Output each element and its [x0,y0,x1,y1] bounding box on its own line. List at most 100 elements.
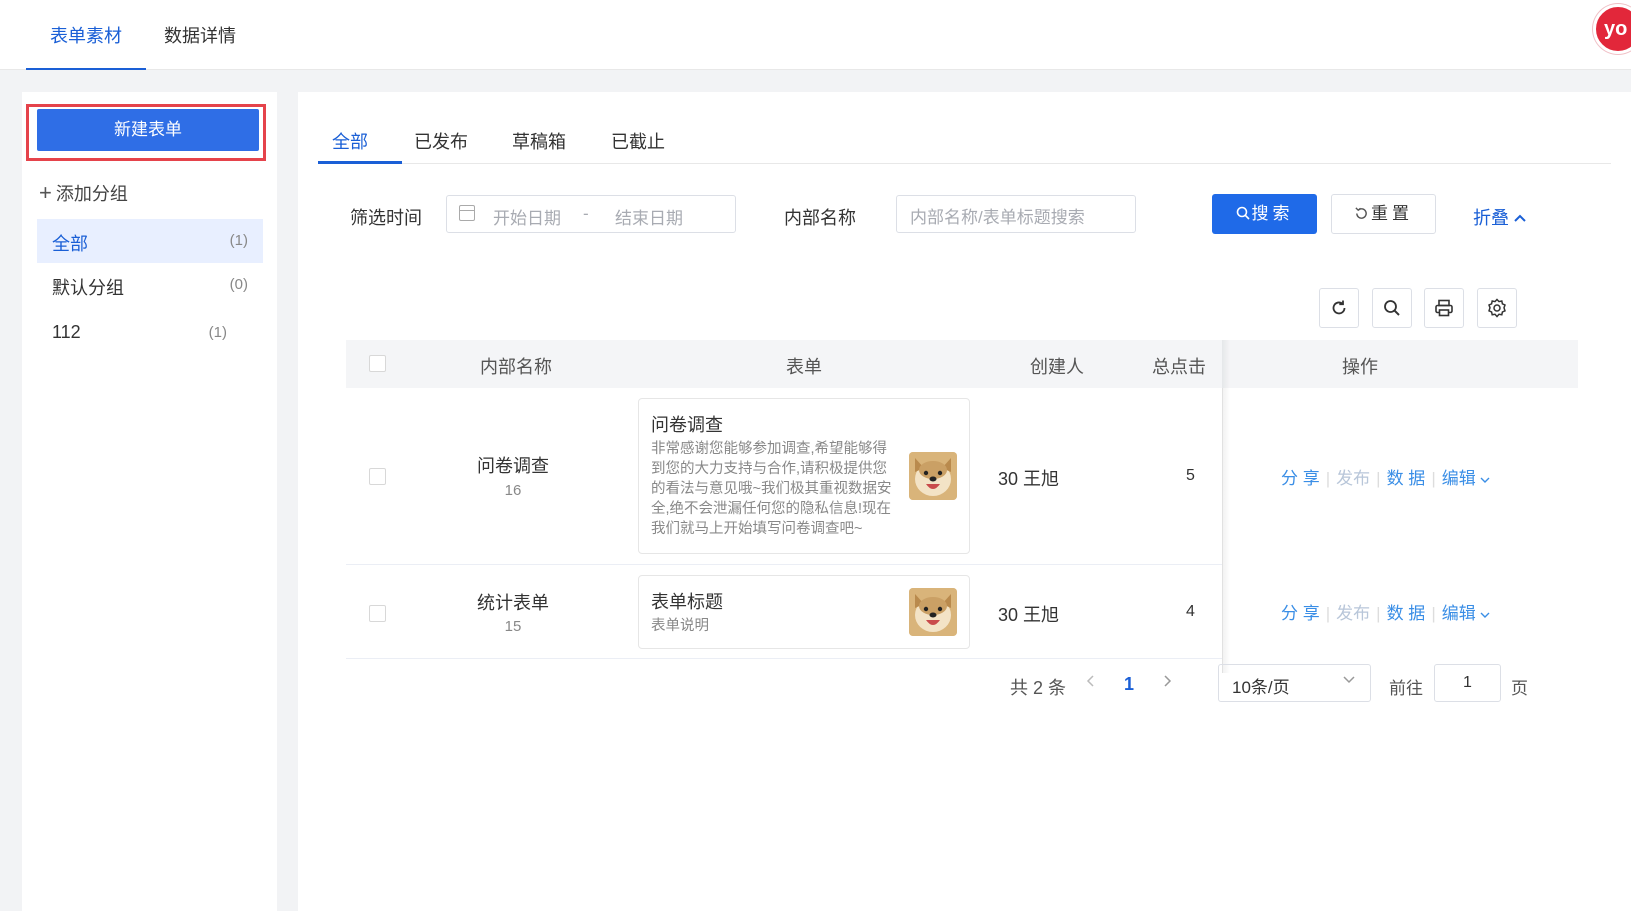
data-button[interactable]: 数 据 [1387,604,1426,623]
add-group-button[interactable]: + 添加分组 [39,180,128,206]
chevron-left-icon [1086,675,1094,687]
filter-name-label: 内部名称 [784,208,856,228]
plus-icon: + [39,180,52,205]
form-title: 问卷调查 [651,415,723,435]
toggle-search-button[interactable] [1372,288,1412,328]
group-item-all[interactable]: 全部 (1) [37,219,263,263]
header-actions: 操作 [1342,357,1378,377]
page-size-select[interactable]: 10条/页 [1218,664,1371,702]
header-name: 内部名称 [480,357,552,377]
row-actions: 分 享 | 发布 | 数 据 | 编辑 [1281,599,1490,624]
form-preview-card[interactable]: 表单标题 表单说明 [638,575,970,649]
row-creator: 30 王旭 [998,469,1060,489]
refresh-icon [1332,300,1346,315]
end-date-placeholder: 结束日期 [615,209,683,228]
edit-label: 编辑 [1441,604,1476,623]
share-button[interactable]: 分 享 [1281,604,1320,623]
next-page-button[interactable] [1162,672,1172,693]
add-group-label: 添加分组 [55,184,128,204]
publish-button[interactable]: 发布 [1336,604,1370,623]
main-content: 全部 已发布 草稿箱 已截止 筛选时间 开始日期 - 结束日期 内部名称 内部名… [298,92,1631,911]
settings-button[interactable] [1477,288,1517,328]
fixed-column-shadow [1222,340,1230,673]
tab-form-materials[interactable]: 表单素材 [50,22,122,48]
select-all-checkbox[interactable] [369,355,386,372]
print-button[interactable] [1424,288,1464,328]
group-item-112[interactable]: 112 (1) [37,311,263,355]
tab-drafts[interactable]: 草稿箱 [512,128,566,154]
row-id: 16 [504,482,522,499]
group-label: 全部 [52,234,88,254]
refresh-button[interactable] [1319,288,1359,328]
chevron-up-icon [1514,214,1526,222]
gear-icon [1488,298,1506,318]
group-count: (1) [229,232,248,249]
row-checkbox[interactable] [369,605,386,622]
tabs-divider [318,163,1611,164]
collapse-toggle[interactable]: 折叠 [1473,204,1526,230]
reset-icon [1355,207,1367,219]
print-icon [1435,299,1453,317]
page-unit-label: 页 [1511,679,1528,698]
form-cover-image [909,588,957,636]
filter-time-label: 筛选时间 [350,208,422,228]
form-preview-card[interactable]: 问卷调查 非常感谢您能够参加调查,希望能够得到您的大力支持与合作,请积极提供您的… [638,398,970,554]
row-actions: 分 享 | 发布 | 数 据 | 编辑 [1281,464,1490,489]
chevron-right-icon [1164,675,1172,687]
fixed-actions-column: 分 享 | 发布 | 数 据 | 编辑 分 享 | 发布 | 数 据 | 编辑 [1222,388,1578,673]
row-clicks: 4 [1186,603,1195,620]
page-size-value: 10条/页 [1232,678,1290,697]
tab-all[interactable]: 全部 [332,128,368,154]
share-button[interactable]: 分 享 [1281,469,1320,488]
search-icon [1384,300,1400,316]
row-clicks: 5 [1186,467,1195,484]
edit-dropdown[interactable]: 编辑 [1442,604,1491,623]
tab-published[interactable]: 已发布 [414,128,468,154]
row-internal-name: 问卷调查 [477,456,549,476]
row-checkbox[interactable] [369,468,386,485]
header-clicks: 总点击 [1152,357,1206,377]
reset-button[interactable]: 重置 [1331,194,1436,234]
page-number-current[interactable]: 1 [1124,674,1134,695]
group-item-default[interactable]: 默认分组 (0) [37,263,263,307]
form-cover-image [909,452,957,500]
form-description: 表单说明 [651,618,709,634]
active-tab-indicator [26,68,146,70]
search-icon [1236,206,1250,220]
start-date-placeholder: 开始日期 [493,209,561,228]
group-label: 112 [52,322,81,342]
row-id: 15 [504,618,522,635]
chevron-down-icon [1480,612,1490,618]
collapse-label: 折叠 [1473,208,1509,228]
reset-label: 重置 [1371,204,1413,223]
prev-page-button[interactable] [1086,672,1096,693]
date-range-picker[interactable]: 开始日期 - 结束日期 [446,195,736,233]
name-search-input[interactable]: 内部名称/表单标题搜索 [896,195,1136,233]
avatar[interactable]: yo [1593,4,1631,54]
tab-closed[interactable]: 已截止 [611,128,665,154]
new-form-button[interactable]: 新建表单 [37,109,259,151]
group-count: (1) [208,324,227,341]
form-description: 非常感谢您能够参加调查,希望能够得到您的大力支持与合作,请积极提供您的看法与意见… [651,441,892,537]
pagination-total: 共 2 条 [1010,678,1067,698]
group-sidebar: 新建表单 + 添加分组 全部 (1) 默认分组 (0) 112 (1) [22,92,277,911]
top-tab-bar: 表单素材 数据详情 yo [0,0,1631,70]
publish-button[interactable]: 发布 [1336,469,1370,488]
row-creator: 30 王旭 [998,605,1060,625]
row-internal-name: 统计表单 [477,593,549,613]
header-creator: 创建人 [1030,357,1084,377]
chevron-down-icon [1343,676,1355,684]
edit-dropdown[interactable]: 编辑 [1442,469,1491,488]
group-label: 默认分组 [52,278,124,298]
goto-page-input[interactable]: 1 [1434,664,1501,702]
tab-data-details[interactable]: 数据详情 [164,22,236,48]
header-form: 表单 [786,357,822,377]
search-button[interactable]: 搜索 [1212,194,1317,234]
goto-label: 前往 [1389,679,1423,698]
form-title: 表单标题 [651,592,723,612]
edit-label: 编辑 [1441,469,1476,488]
active-tab-indicator [318,161,402,164]
calendar-icon [459,205,475,221]
table-header: 内部名称 表单 创建人 总点击 操作 [346,340,1578,388]
data-button[interactable]: 数 据 [1387,469,1426,488]
